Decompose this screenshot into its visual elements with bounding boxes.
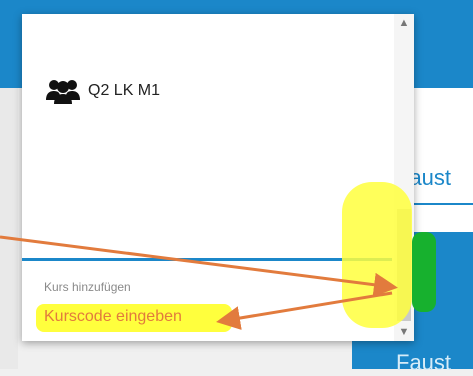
chevron-up-icon[interactable]: ▲ [394,14,414,32]
group-icon [46,80,80,104]
left-background [0,88,18,369]
green-highlight-annotation [412,232,436,312]
course-name: Q2 LK M1 [88,82,161,99]
add-course-label: Kurs hinzufügen [44,280,131,294]
yellow-highlight-annotation [342,182,412,328]
input-divider [22,258,392,261]
course-code-input[interactable] [40,304,238,330]
course-list-item[interactable]: Q2 LK M1 [46,78,160,104]
chevron-down-icon[interactable]: ▼ [394,323,414,341]
right-panel-button-text: Faust [396,350,452,375]
